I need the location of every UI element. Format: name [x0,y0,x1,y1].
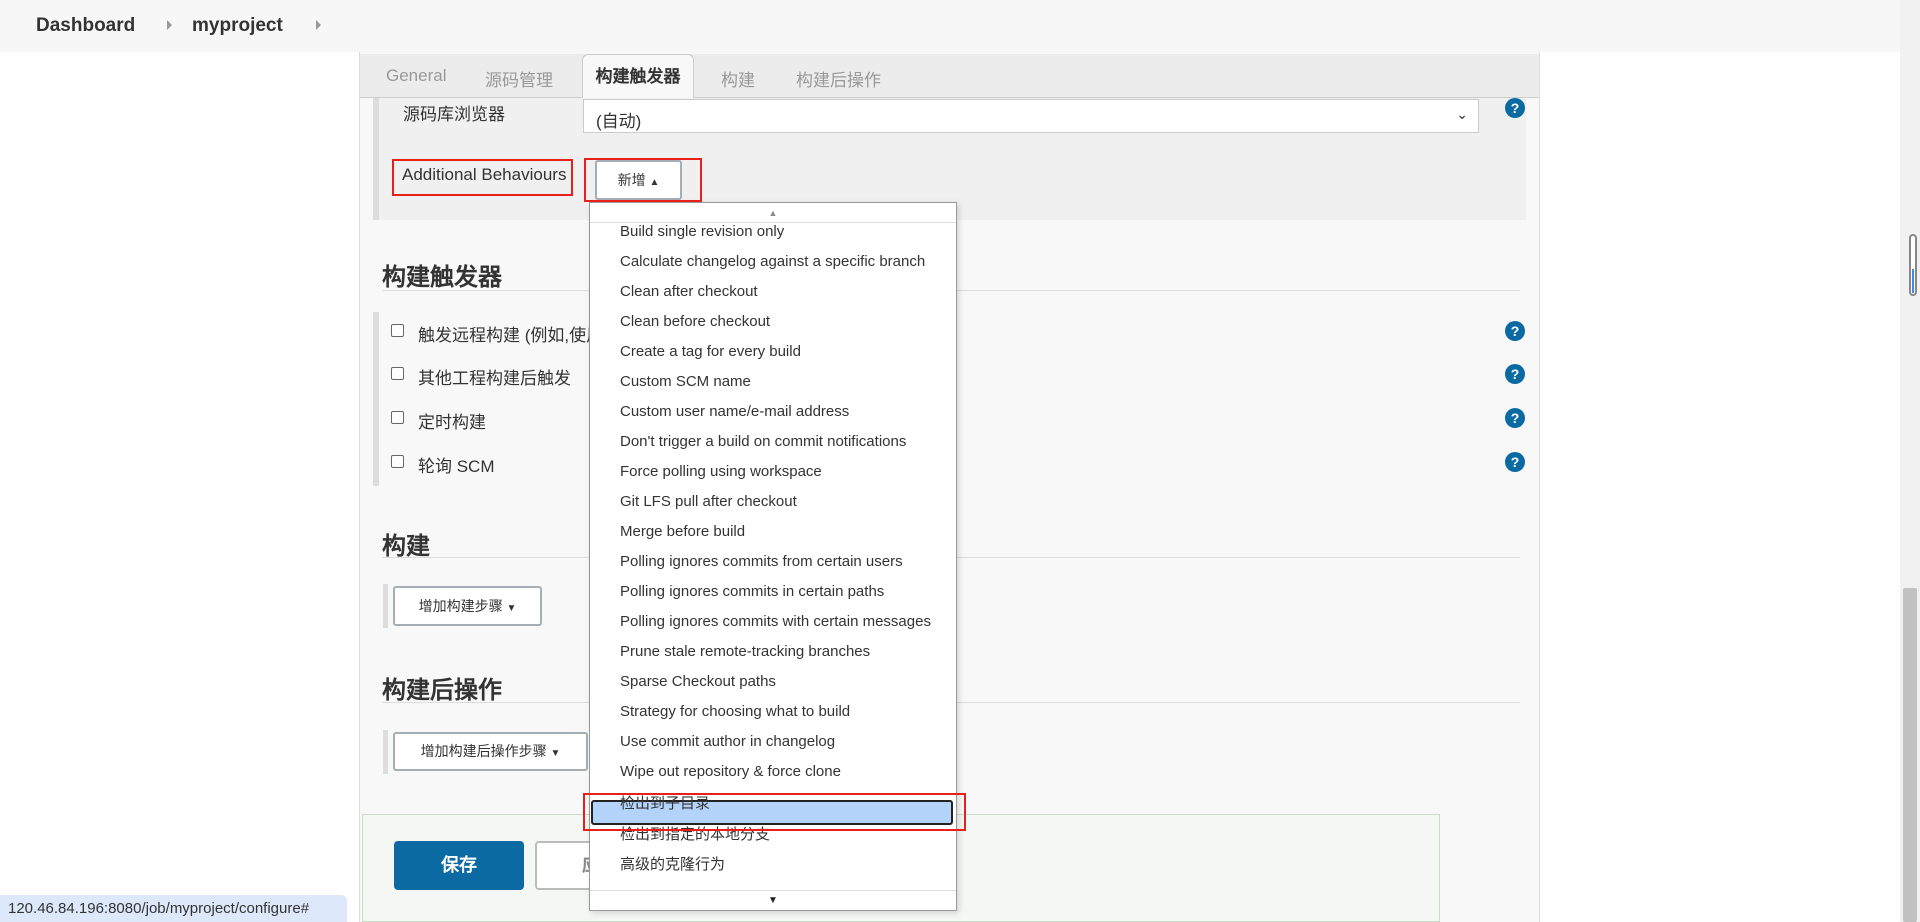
add-post-build-step-button[interactable]: 增加构建后操作步骤 ▼ [393,732,588,771]
mini-scrollbar[interactable] [1909,234,1917,296]
dropdown-item[interactable]: Git LFS pull after checkout [620,493,797,510]
add-build-step-label: 增加构建步骤 [418,598,503,614]
help-icon[interactable]: ? [1505,98,1525,118]
post-build-heading: 构建后操作 [382,677,502,704]
build-heading: 构建 [382,533,430,560]
dropdown-item[interactable]: Build single revision only [620,223,784,240]
annotation-box [584,158,702,202]
dropdown-item[interactable]: Polling ignores commits from certain use… [620,553,903,570]
dropdown-item[interactable]: Calculate changelog against a specific b… [620,253,925,270]
caret-down-icon: ▼ [506,603,517,614]
section-bar [383,730,388,774]
add-build-step-button[interactable]: 增加构建步骤 ▼ [393,586,542,626]
scroll-down-arrow-icon[interactable]: ▼ [590,890,956,910]
breadcrumb-myproject[interactable]: myproject [192,15,283,37]
repo-browser-value: (自动) [596,112,642,131]
dropdown-item[interactable]: Polling ignores commits in certain paths [620,583,884,600]
dropdown-item[interactable]: Wipe out repository & force clone [620,763,841,780]
save-button[interactable]: 保存 [394,841,524,890]
status-bar-url: 120.46.84.196:8080/job/myproject/configu… [0,895,347,922]
mini-scrollbar-thumb [1912,269,1914,293]
tab-general[interactable]: General [386,66,446,86]
dropdown-item[interactable]: Clean before checkout [620,313,770,330]
breadcrumb-chevron-icon[interactable] [316,20,321,30]
dropdown-item[interactable]: Custom SCM name [620,373,751,390]
caret-down-icon: ▼ [550,748,561,759]
tab-scm[interactable]: 源码管理 [485,66,553,91]
dropdown-item[interactable]: Create a tag for every build [620,343,801,360]
chevron-down-icon: ⌄ [1456,106,1468,122]
trigger-cron-label: 定时构建 [418,413,486,432]
dropdown-item[interactable]: Strategy for choosing what to build [620,703,850,720]
trigger-cron-checkbox[interactable] [391,411,404,424]
help-icon[interactable]: ? [1505,321,1525,341]
trigger-poll-scm-checkbox[interactable] [391,455,404,468]
triggers-heading: 构建触发器 [382,264,502,291]
dropdown-item[interactable]: Merge before build [620,523,745,540]
tab-build-triggers[interactable]: 构建触发器 [582,54,694,99]
annotation-box [392,159,573,196]
help-icon[interactable]: ? [1505,408,1525,428]
add-post-build-step-label: 增加构建后操作步骤 [420,743,547,759]
dropdown-item[interactable]: Prune stale remote-tracking branches [620,643,870,660]
repo-browser-select[interactable]: (自动) ⌄ [583,99,1479,133]
scroll-up-arrow-icon[interactable]: ▲ [590,203,956,223]
dropdown-item[interactable]: Polling ignores commits with certain mes… [620,613,931,630]
dropdown-item[interactable]: Clean after checkout [620,283,758,300]
dropdown-item[interactable]: Force polling using workspace [620,463,822,480]
section-bar [373,312,379,486]
tab-post-build[interactable]: 构建后操作 [796,66,881,91]
repo-browser-label: 源码库浏览器 [403,105,505,124]
breadcrumb-chevron-icon[interactable] [167,20,172,30]
trigger-upstream-label: 其他工程构建后触发 [418,369,571,388]
annotation-box [583,793,966,831]
trigger-poll-scm-label: 轮询 SCM [418,457,495,476]
help-icon[interactable]: ? [1505,364,1525,384]
trigger-upstream-checkbox[interactable] [391,367,404,380]
dropdown-item[interactable]: Sparse Checkout paths [620,673,776,690]
top-header [0,0,1900,52]
trigger-remote-checkbox[interactable] [391,324,404,337]
dropdown-item[interactable]: Custom user name/e-mail address [620,403,849,420]
dropdown-item[interactable]: Don't trigger a build on commit notifica… [620,433,906,450]
dropdown-item[interactable]: Use commit author in changelog [620,733,835,750]
dropdown-item[interactable]: 高级的克隆行为 [620,853,725,874]
help-icon[interactable]: ? [1505,452,1525,472]
tab-build[interactable]: 构建 [721,66,755,91]
breadcrumb-dashboard[interactable]: Dashboard [36,15,135,37]
scrollbar-thumb[interactable] [1903,588,1917,922]
section-bar [383,584,388,628]
